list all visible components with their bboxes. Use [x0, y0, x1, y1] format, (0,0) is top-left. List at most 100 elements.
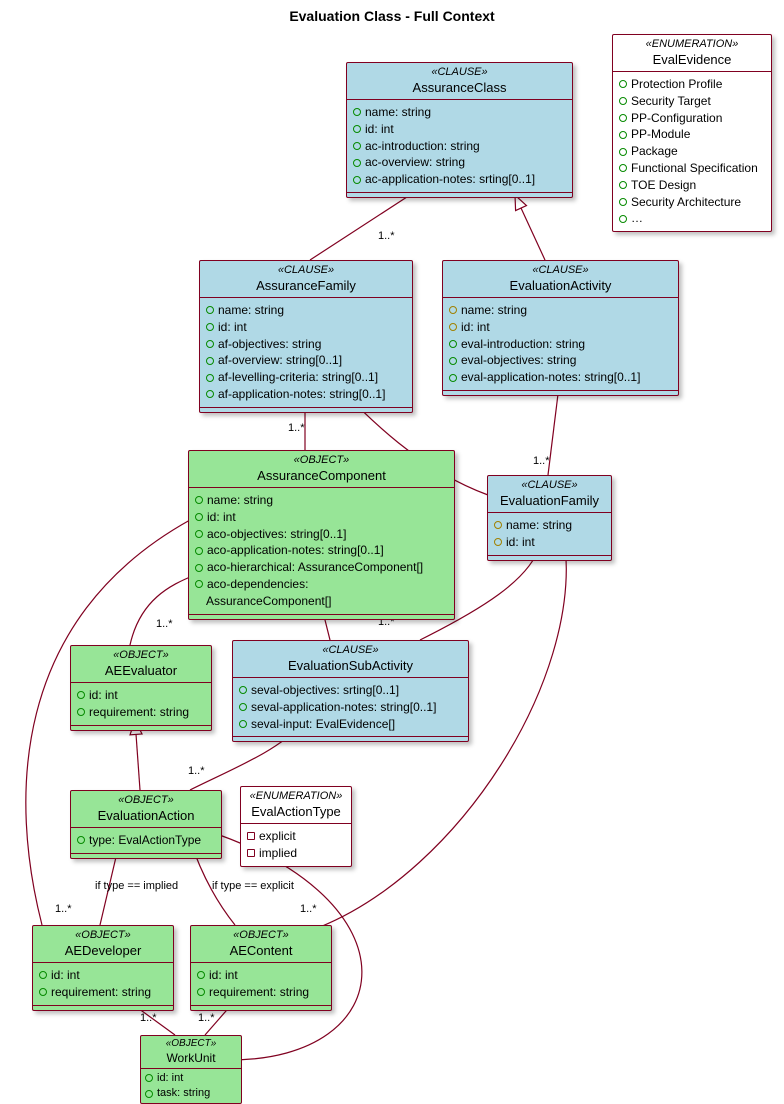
- attr-row: type: EvalActionType: [77, 832, 215, 849]
- attr-row: implied: [247, 845, 345, 862]
- stereotype-label: «CLAUSE»: [239, 644, 462, 658]
- stereotype-label: «CLAUSE»: [353, 66, 566, 80]
- class-assurance-family: «CLAUSE» AssuranceFamily name: string id…: [199, 260, 413, 413]
- attr-row: eval-objectives: string: [449, 352, 672, 369]
- attr-row: Security Target: [619, 93, 765, 110]
- attr-row: Package: [619, 143, 765, 160]
- stereotype-label: «CLAUSE»: [494, 479, 605, 493]
- attr-row: name: string: [195, 492, 448, 509]
- attr-row: seval-application-notes: string[0..1]: [239, 699, 462, 716]
- attr-row: id: int: [494, 534, 605, 551]
- attr-row: name: string: [494, 517, 605, 534]
- attr-row: id: int: [449, 319, 672, 336]
- mult-label: 1..*: [198, 1012, 215, 1024]
- attr-row: ac-application-notes: srting[0..1]: [353, 171, 566, 188]
- class-name: AEDeveloper: [39, 943, 167, 959]
- attr-row: id: int: [195, 509, 448, 526]
- attr-row: ac-overview: string: [353, 154, 566, 171]
- mult-label: 1..*: [300, 903, 317, 915]
- diagram-canvas: Evaluation Class - Full Context: [0, 0, 784, 1061]
- mult-label: 1..*: [188, 765, 205, 777]
- attr-row: af-application-notes: string[0..1]: [206, 386, 406, 403]
- attr-row: af-levelling-criteria: string[0..1]: [206, 369, 406, 386]
- stereotype-label: «OBJECT»: [197, 929, 325, 943]
- attr-row: requirement: string: [197, 984, 325, 1001]
- class-ae-evaluator: «OBJECT» AEEvaluator id: int requirement…: [70, 645, 212, 731]
- cond-implied-label: if type == implied: [95, 880, 178, 892]
- class-name: EvaluationSubActivity: [239, 658, 462, 674]
- attr-row: aco-dependencies:: [195, 576, 448, 593]
- attr-row: id: int: [39, 967, 167, 984]
- diagram-title: Evaluation Class - Full Context: [0, 8, 784, 24]
- stereotype-label: «OBJECT»: [39, 929, 167, 943]
- attr-row: PP-Configuration: [619, 110, 765, 127]
- attr-row: name: string: [449, 302, 672, 319]
- class-name: EvalActionType: [247, 804, 345, 820]
- stereotype-label: «OBJECT»: [77, 649, 205, 663]
- attr-row: af-overview: string[0..1]: [206, 352, 406, 369]
- enum-eval-evidence: «ENUMERATION» EvalEvidence Protection Pr…: [612, 34, 772, 232]
- class-name: AssuranceClass: [353, 80, 566, 96]
- mult-label: 1..*: [533, 455, 550, 467]
- attr-row: id: int: [77, 687, 205, 704]
- class-assurance-class: «CLAUSE» AssuranceClass name: string id:…: [346, 62, 573, 198]
- stereotype-label: «ENUMERATION»: [619, 38, 765, 52]
- attr-row: Protection Profile: [619, 76, 765, 93]
- attr-row: PP-Module: [619, 126, 765, 143]
- attr-row: requirement: string: [77, 704, 205, 721]
- mult-label: 1..*: [140, 1012, 157, 1024]
- attr-row: name: string: [206, 302, 406, 319]
- attr-row: aco-hierarchical: AssuranceComponent[]: [195, 559, 448, 576]
- attr-row: eval-application-notes: string[0..1]: [449, 369, 672, 386]
- attr-row: Security Architecture: [619, 194, 765, 211]
- attr-row: aco-objectives: string[0..1]: [195, 526, 448, 543]
- attr-row: seval-objectives: srting[0..1]: [239, 682, 462, 699]
- class-name: AEContent: [197, 943, 325, 959]
- class-name: EvaluationFamily: [494, 493, 605, 509]
- attr-row: explicit: [247, 828, 345, 845]
- mult-label: 1..*: [288, 422, 305, 434]
- class-name: WorkUnit: [145, 1051, 237, 1066]
- enum-eval-action-type: «ENUMERATION» EvalActionType explicit im…: [240, 786, 352, 867]
- class-evaluation-activity: «CLAUSE» EvaluationActivity name: string…: [442, 260, 679, 396]
- cond-explicit-label: if type == explicit: [212, 880, 294, 892]
- stereotype-label: «ENUMERATION»: [247, 790, 345, 804]
- class-work-unit: «OBJECT» WorkUnit id: int task: string: [140, 1035, 242, 1104]
- class-ae-developer: «OBJECT» AEDeveloper id: int requirement…: [32, 925, 174, 1011]
- class-name: AssuranceFamily: [206, 278, 406, 294]
- stereotype-label: «CLAUSE»: [206, 264, 406, 278]
- attr-row: task: string: [145, 1086, 237, 1101]
- stereotype-label: «OBJECT»: [145, 1038, 237, 1051]
- class-name: AEEvaluator: [77, 663, 205, 679]
- attr-row: eval-introduction: string: [449, 336, 672, 353]
- class-evaluation-family: «CLAUSE» EvaluationFamily name: string i…: [487, 475, 612, 561]
- attr-row: af-objectives: string: [206, 336, 406, 353]
- attr-row: id: int: [206, 319, 406, 336]
- attr-row: name: string: [353, 104, 566, 121]
- attr-row: AssuranceComponent[]: [195, 593, 448, 610]
- stereotype-label: «OBJECT»: [77, 794, 215, 808]
- attr-row: requirement: string: [39, 984, 167, 1001]
- attr-row: TOE Design: [619, 177, 765, 194]
- attr-row: id: int: [145, 1071, 237, 1086]
- class-assurance-component: «OBJECT» AssuranceComponent name: string…: [188, 450, 455, 620]
- class-name: EvaluationAction: [77, 808, 215, 824]
- attr-row: ac-introduction: string: [353, 138, 566, 155]
- class-evaluation-sub-activity: «CLAUSE» EvaluationSubActivity seval-obj…: [232, 640, 469, 742]
- class-name: AssuranceComponent: [195, 468, 448, 484]
- class-name: EvaluationActivity: [449, 278, 672, 294]
- attr-row: aco-application-notes: string[0..1]: [195, 542, 448, 559]
- stereotype-label: «CLAUSE»: [449, 264, 672, 278]
- class-name: EvalEvidence: [619, 52, 765, 68]
- attr-row: Functional Specification: [619, 160, 765, 177]
- attr-row: …: [619, 210, 765, 227]
- class-evaluation-action: «OBJECT» EvaluationAction type: EvalActi…: [70, 790, 222, 859]
- attr-row: id: int: [353, 121, 566, 138]
- mult-label: 1..*: [378, 230, 395, 242]
- stereotype-label: «OBJECT»: [195, 454, 448, 468]
- mult-label: 1..*: [156, 618, 173, 630]
- mult-label: 1..*: [55, 903, 72, 915]
- attr-row: id: int: [197, 967, 325, 984]
- class-ae-content: «OBJECT» AEContent id: int requirement: …: [190, 925, 332, 1011]
- attr-row: seval-input: EvalEvidence[]: [239, 716, 462, 733]
